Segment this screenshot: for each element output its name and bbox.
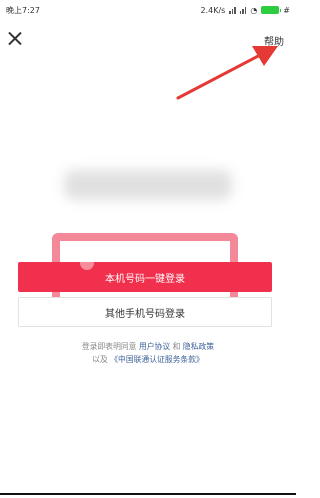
agreement-line-1: 登录即表明同意 用户协议 和 隐私政策 [0,340,296,353]
privacy-policy-link[interactable]: 隐私政策 [183,342,214,351]
agreement-text: 登录即表明同意 用户协议 和 隐私政策 以及 《中国联通认证服务条款》 [0,340,296,366]
user-agreement-link[interactable]: 用户协议 [139,342,170,351]
agreement-with: 以及 [92,355,108,364]
battery-icon [261,6,282,14]
signal-icon [229,6,236,14]
masked-phone-number [64,170,232,200]
status-bar: 晚上7:27 2.4K/s ◔ # [0,0,296,20]
wifi-icon: ◔ [250,5,258,15]
status-time: 晚上7:27 [6,5,40,15]
agreement-line-2: 以及 《中国联通认证服务条款》 [0,353,296,366]
carrier-terms-link[interactable]: 《中国联通认证服务条款》 [110,355,204,364]
other-phone-login-button[interactable]: 其他手机号码登录 [18,297,272,327]
touch-indicator [80,256,94,270]
network-speed: 2.4K/s [200,5,226,15]
one-click-login-button[interactable]: 本机号码一键登录 [18,262,272,292]
annotation-arrow-icon [176,46,278,100]
gesture-bar[interactable] [0,493,296,495]
agreement-and: 和 [172,342,181,351]
agreement-prefix: 登录即表明同意 [81,342,137,351]
status-icons: 2.4K/s ◔ # [200,6,290,15]
close-icon[interactable] [8,31,22,45]
extra-status-icon: # [283,5,290,15]
signal-2-icon [239,6,247,14]
